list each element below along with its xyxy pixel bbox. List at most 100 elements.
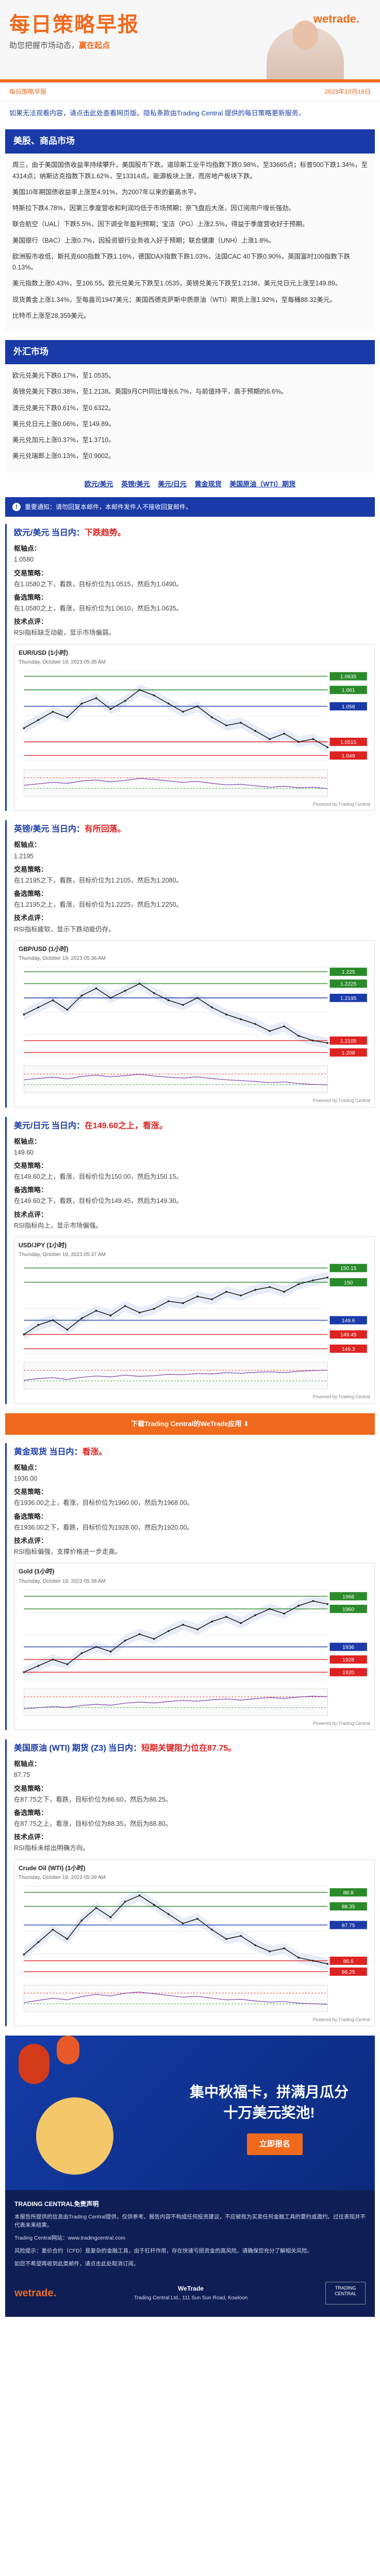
price-point: [269, 738, 271, 740]
banner-subtitle: 助您把握市场动态，赢在起点: [9, 39, 139, 53]
asset-title-prefix: 欧元/美元 当日内：: [14, 529, 85, 537]
price-point: [66, 1663, 69, 1665]
price-point: [196, 1628, 199, 1631]
price-point: [109, 1916, 112, 1919]
macro-paragraph: 欧洲股市收低，斯托克600指数下跌1.16%，德国DAX指数下跌1.03%，法国…: [12, 252, 351, 272]
fx-paragraph: 美元兑瑞郎上涨0.13%，至0.9002。: [12, 452, 115, 460]
price-point: [298, 1957, 300, 1959]
price-point: [326, 1603, 329, 1605]
pivot-label: 枢轴点：: [14, 1137, 41, 1145]
link-usdjpy[interactable]: 美元/日元: [158, 480, 187, 488]
footer-disclaimer: 本报告所提供的信息由Trading Central提供，仅供参考。报告内容不构成…: [14, 2213, 366, 2229]
chart-card[interactable]: USD/JPY (1小时) Thursday, October 19, 2023…: [14, 1236, 375, 1404]
promo-headline: 集中秋福卡，拼满月瓜分十万美元奖池!: [189, 2084, 349, 2121]
price-point: [124, 1305, 126, 1308]
banner-title-box: 每日策略早报 助您把握市场动态，赢在起点: [9, 13, 139, 53]
level-label: 1.225: [342, 970, 355, 976]
brand-logo[interactable]: wetrade.: [313, 9, 359, 28]
price-point: [225, 724, 227, 726]
price-point: [23, 1671, 25, 1673]
banner-subtitle-pre: 助您把握市场动态，: [9, 41, 79, 50]
section-body-fx: 欧元兑美元下跌0.17%，至1.0535。 英镑兑美元下跌0.38%，至1.21…: [5, 364, 375, 473]
lantern-icon: [19, 2044, 49, 2084]
chart-card[interactable]: EUR/USD (1小时) Thursday, October 19, 2023…: [14, 643, 375, 811]
asset-block: 黄金现货 当日内：看涨。 枢轴点： 1936.00 交易策略： 在1936.00…: [5, 1443, 375, 1731]
fx-paragraph: 澳元兑美元下跌0.61%，至0.6322。: [12, 404, 115, 412]
price-point: [312, 1279, 315, 1282]
chart-watermark: Powered by Trading Central: [312, 1394, 370, 1400]
tech-text: RSI指标未给出明确方向。: [14, 1844, 89, 1852]
promo-cta-button[interactable]: 立即报名: [246, 2133, 303, 2155]
rsi-panel: [23, 1362, 328, 1389]
price-point: [109, 708, 112, 710]
link-eurusd[interactable]: 欧元/美元: [85, 480, 113, 488]
level-label: 88.35: [342, 1904, 355, 1910]
chart-title: Crude Oil (WTI) (1小时): [19, 1864, 86, 1872]
tech-label: 技术点评：: [14, 914, 48, 922]
section-head-macro: 美股、商品市场: [5, 129, 375, 154]
chart-card[interactable]: Gold (1小时) Thursday, October 19, 2023 05…: [14, 1563, 375, 1731]
promo-banner[interactable]: 集中秋福卡，拼满月瓜分十万美元奖池! 立即报名: [5, 2036, 375, 2191]
pivot-value: 1.2195: [14, 852, 34, 860]
mooncake-icon: [36, 2097, 113, 2175]
app-download-banner[interactable]: 下载Trading Central的WeTrade应用 ⬇: [5, 1413, 375, 1435]
fx-paragraph: 欧元兑美元下跌0.17%，至1.0535。: [12, 372, 115, 380]
price-point: [124, 1901, 126, 1903]
price-point: [153, 992, 155, 994]
strategy-text: 在1.0580之下，看跌，目标价位为1.0515，然后为1.0490。: [14, 580, 183, 588]
alt-strategy-label: 备选策略：: [14, 1808, 48, 1817]
price-point: [240, 721, 242, 724]
price-point: [37, 1006, 40, 1009]
level-label: 87.75: [342, 1923, 355, 1929]
price-point: [211, 1928, 213, 1931]
asset-list: 欧元/美元 当日内：下跌趋势。 枢轴点： 1.0580 交易策略： 在1.058…: [0, 524, 380, 2027]
strategy-label: 交易策略：: [14, 1488, 48, 1496]
price-chart: 150.15 150 149.6 149.45 149.3: [23, 1263, 367, 1389]
fx-paragraph: 美元兑加元上涨0.37%，至1.3710。: [12, 436, 115, 444]
price-point: [269, 1607, 271, 1610]
price-point: [211, 1298, 213, 1301]
price-point: [196, 705, 199, 707]
price-point: [254, 1614, 256, 1616]
asset-title-prefix: 美国原油 (WTI) 期货 (Z3) 当日内：: [14, 1744, 142, 1753]
rsi-panel: [23, 1985, 328, 2012]
meta-title: 每日策略早报: [9, 88, 47, 95]
asset-link-row: 欧元/美元 英镑/美元 美元/日元 黄金现货 美国原油（WTI）期货: [0, 479, 380, 490]
price-point: [240, 1935, 242, 1937]
tech-text: RSI指标缺乏动能，显示市场偏弱。: [14, 629, 115, 637]
price-point: [298, 1283, 300, 1285]
notice-bar: ! 重要通知：请勿回复本邮件，本邮件发件人不接收回复邮件。: [5, 497, 375, 517]
price-line: [23, 983, 328, 1044]
macro-paragraph: 现货黄金上涨1.34%，至每盎司1947美元；美国西德克萨斯中质原油（WTI）期…: [12, 296, 336, 303]
chart-card[interactable]: Crude Oil (WTI) (1小时) Thursday, October …: [14, 1859, 375, 2027]
footer-unsubscribe[interactable]: 如您不希望再收到此类邮件，请点击此处取消订阅。: [14, 2260, 366, 2268]
asset-title: 英镑/美元 当日内：有所回落。: [14, 822, 375, 836]
link-wti[interactable]: 美国原油（WTI）期货: [229, 480, 295, 488]
tech-label: 技术点评：: [14, 1833, 48, 1841]
price-point: [298, 1035, 300, 1037]
intro-text[interactable]: 如果无法观看内容，请点击此处查看网页版。隐私条款由Trading Central…: [0, 101, 380, 127]
price-point: [167, 1300, 170, 1302]
asset-title: 美元/日元 当日内：在149.60之上，看涨。: [14, 1119, 375, 1133]
price-point: [37, 1665, 40, 1667]
price-point: [240, 1018, 242, 1021]
footer-brand-logo[interactable]: wetrade.: [14, 2284, 56, 2302]
asset-title-prefix: 黄金现货 当日内：: [14, 1447, 82, 1456]
level-label: 86.6: [343, 1959, 354, 1964]
price-point: [181, 1922, 184, 1925]
chart-card[interactable]: GBP/USD (1小时) Thursday, October 19, 2023…: [14, 940, 375, 1108]
level-label: 1936: [342, 1645, 354, 1650]
link-gold[interactable]: 黄金现货: [195, 480, 222, 488]
pivot-label: 枢轴点：: [14, 1464, 41, 1472]
macro-paragraph: 美国10年期国债收益率上涨至4.91%，为2007年以来的最高水平。: [12, 188, 201, 196]
price-point: [283, 733, 286, 735]
lantern-icon: [57, 2036, 79, 2065]
link-gbpusd[interactable]: 英镑/美元: [121, 480, 150, 488]
price-point: [167, 702, 170, 705]
price-point: [23, 727, 25, 730]
price-point: [240, 1622, 242, 1624]
alt-strategy-text: 在149.60之下，看跌，目标价位为149.45，然后为149.30。: [14, 1197, 183, 1205]
strategy-text: 在1936.00之上，看涨，目标价位为1960.00，然后为1968.00。: [14, 1499, 194, 1507]
alt-strategy-label: 备选策略：: [14, 1512, 48, 1520]
footer-site[interactable]: Trading Central网站：www.tradingcentral.com: [14, 2234, 366, 2243]
